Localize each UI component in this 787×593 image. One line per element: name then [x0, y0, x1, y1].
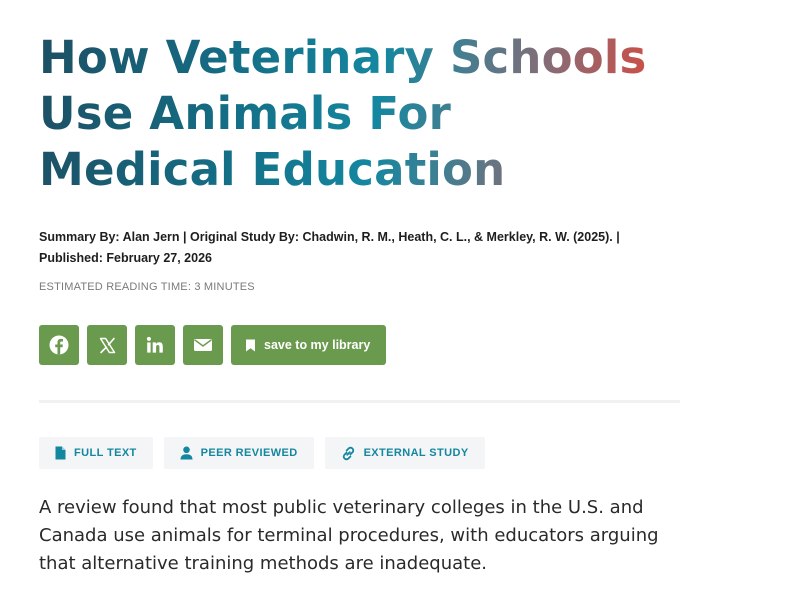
peer-reviewed-link[interactable]: PEER REVIEWED [163, 437, 314, 469]
save-to-library-button[interactable]: save to my library [231, 325, 387, 365]
link-icon [342, 446, 354, 460]
share-x-button[interactable] [87, 325, 127, 365]
article-summary: A review found that most public veterina… [39, 497, 659, 574]
article-title-line: How Veterinary Schools [39, 31, 647, 84]
save-to-library-label: save to my library [264, 338, 371, 352]
article-title-line: Medical Education [39, 143, 506, 196]
full-text-label: FULL TEXT [74, 447, 137, 459]
x-twitter-icon [99, 337, 115, 353]
reading-time: ESTIMATED READING TIME: 3 MINUTES [39, 281, 255, 293]
external-study-link[interactable]: EXTERNAL STUDY [324, 437, 485, 469]
facebook-icon [49, 335, 69, 355]
email-icon [194, 339, 212, 351]
document-icon [55, 446, 66, 460]
full-text-link[interactable]: FULL TEXT [39, 437, 153, 469]
share-email-button[interactable] [183, 325, 223, 365]
section-divider [39, 400, 680, 403]
linkedin-icon [146, 336, 163, 353]
article-title: How Veterinary Schools Use Animals For M… [39, 30, 739, 198]
byline-authors: Summary By: Alan Jern | Original Study B… [39, 230, 620, 244]
bookmark-icon [246, 339, 255, 351]
share-toolbar: save to my library [39, 325, 387, 365]
share-facebook-button[interactable] [39, 325, 79, 365]
peer-reviewed-label: PEER REVIEWED [200, 447, 298, 459]
external-study-label: EXTERNAL STUDY [363, 447, 469, 459]
byline-published-date: Published: February 27, 2026 [39, 251, 212, 265]
article-title-line: Use Animals For [39, 87, 451, 140]
study-links: FULL TEXT PEER REVIEWED EXTERNAL STUDY [39, 437, 485, 469]
share-linkedin-button[interactable] [135, 325, 175, 365]
person-icon [180, 446, 193, 460]
byline: Summary By: Alan Jern | Original Study B… [39, 227, 719, 269]
